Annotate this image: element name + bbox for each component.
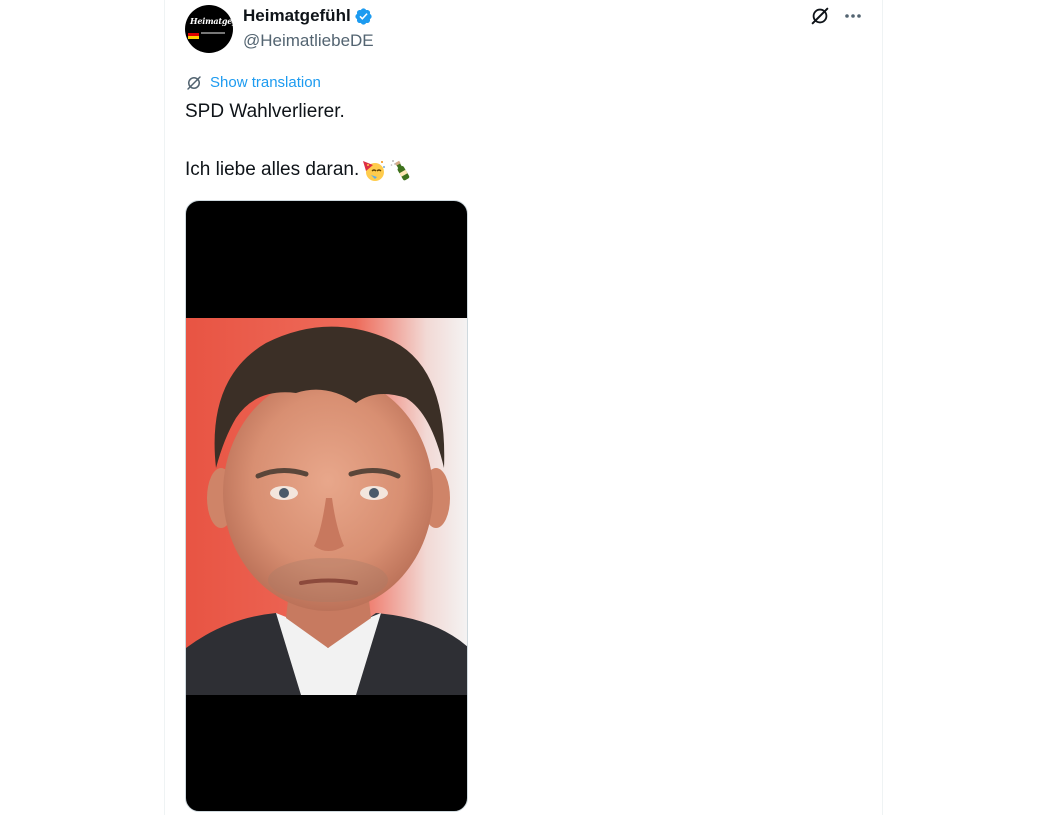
show-translation-link[interactable]: Show translation [185,73,321,93]
avatar[interactable]: Heimatgefühl [185,5,233,53]
avatar-logo-text: Heimatgefühl [190,16,233,26]
author-name-text: Heimatgefühl [243,6,351,25]
champagne-bottle-emoji [390,160,410,181]
show-translation-label: Show translation [210,74,321,91]
tweet-text-line-2: Ich liebe alles daran. [185,158,413,182]
tweet-text-line-2-text: Ich liebe alles daran. [185,159,360,180]
page: Heimatgefühl Heimatgefühl @HeimatliebeDE [0,0,1050,815]
author-name[interactable]: Heimatgefühl [243,5,373,27]
avatar-tagline [201,32,225,34]
tweet-text-line-1: SPD Wahlverlierer. [185,101,345,122]
tweet-detail-column: Heimatgefühl Heimatgefühl @HeimatliebeDE [164,0,883,815]
grok-icon[interactable] [809,5,831,27]
german-flag-icon [188,30,199,39]
verified-badge-icon [355,7,372,25]
author-handle[interactable]: @HeimatliebeDE [243,30,374,52]
more-icon[interactable] [843,6,863,26]
tweet-media-image[interactable] [185,200,468,812]
translate-icon [187,76,201,90]
partying-face-emoji [363,161,386,181]
portrait-photo [186,318,467,695]
